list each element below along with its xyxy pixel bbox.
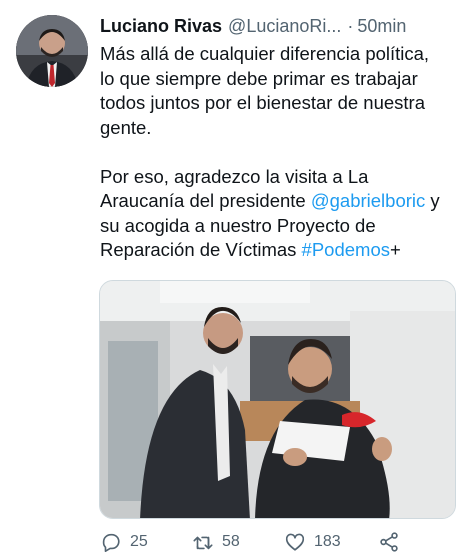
mention-link[interactable]: @gabrielboric bbox=[311, 190, 425, 211]
reply-button[interactable]: 25 bbox=[100, 530, 148, 554]
photo-image bbox=[100, 281, 455, 518]
tweet-text-line: lo que siempre debe primar es trabajar bbox=[100, 67, 418, 89]
retweet-button[interactable]: 58 bbox=[192, 530, 240, 554]
tweet[interactable]: Luciano Rivas @LucianoRi... · 50min Más all… bbox=[0, 0, 471, 556]
reply-icon bbox=[102, 533, 120, 552]
tweet-photo[interactable] bbox=[99, 280, 456, 519]
tweet-text-line: gente. bbox=[100, 116, 152, 138]
text-segment: + bbox=[390, 239, 401, 260]
tweet-header: Luciano Rivas @LucianoRi... · 50min bbox=[100, 14, 460, 38]
like-count: 183 bbox=[314, 533, 341, 550]
timestamp[interactable]: 50min bbox=[357, 16, 406, 36]
avatar[interactable] bbox=[16, 15, 88, 87]
tweet-text-line: Más allá de cualquier diferencia polític… bbox=[100, 43, 430, 64]
heart-icon bbox=[285, 533, 305, 551]
text-segment: y bbox=[425, 190, 440, 211]
share-button[interactable] bbox=[378, 530, 400, 554]
author-name[interactable]: Luciano Rivas bbox=[100, 16, 222, 36]
tweet-text: Más allá de cualquier diferencia polític… bbox=[100, 42, 460, 263]
like-button[interactable]: 183 bbox=[284, 530, 341, 554]
tweet-text-line: Araucanía del presidente @gabrielboric y bbox=[100, 189, 460, 214]
avatar-photo bbox=[16, 15, 88, 87]
author-handle[interactable]: @LucianoRi... bbox=[228, 16, 341, 36]
text-segment: Reparación de Víctimas bbox=[100, 239, 302, 260]
tweet-text-line: todos juntos por el bienestar de nuestra bbox=[100, 92, 425, 113]
tweet-text-line: Por eso, agradezco la visita a La bbox=[100, 165, 369, 187]
tweet-text-line: Reparación de Víctimas #Podemos+ bbox=[100, 238, 460, 263]
retweet-count: 58 bbox=[222, 533, 240, 550]
tweet-actions: 25 58 183 bbox=[100, 530, 440, 554]
text-segment: Araucanía del presidente bbox=[100, 190, 311, 211]
tweet-text-line: su acogida a nuestro Proyecto de bbox=[100, 214, 376, 236]
retweet-icon bbox=[193, 536, 213, 550]
share-icon bbox=[380, 532, 398, 552]
hashtag-link[interactable]: #Podemos bbox=[302, 239, 390, 260]
separator-dot: · bbox=[347, 16, 354, 36]
reply-count: 25 bbox=[130, 533, 148, 550]
